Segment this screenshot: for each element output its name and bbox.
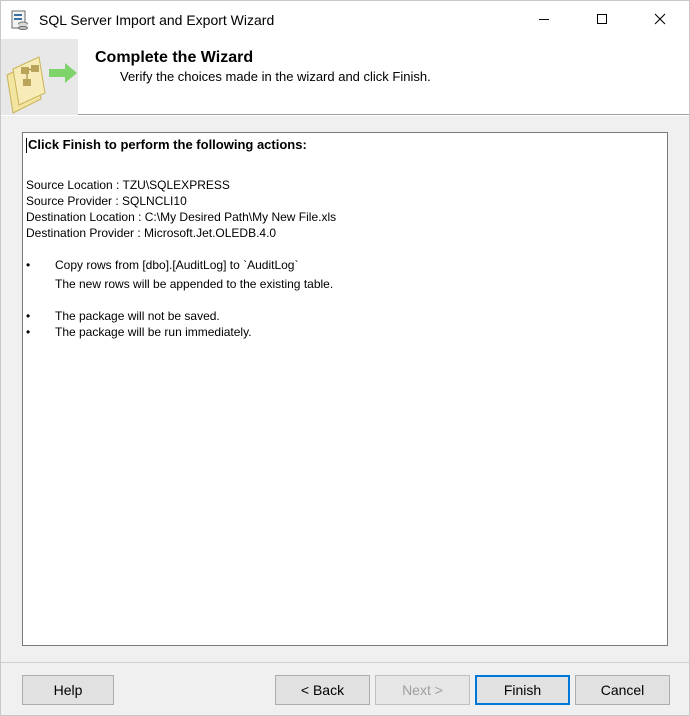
wizard-header: Complete the Wizard Verify the choices m… [1,39,689,115]
text-caret [26,137,27,153]
minimize-button[interactable] [515,1,573,39]
maximize-button[interactable] [573,1,631,39]
summary-heading: Click Finish to perform the following ac… [28,137,307,152]
summary-heading-row: Click Finish to perform the following ac… [26,137,664,153]
wizard-app-icon [11,10,29,30]
source-provider: Source Provider : SQLNCLI10 [26,194,187,208]
close-button[interactable] [631,1,689,39]
wizard-window: SQL Server Import and Export Wizard Comp… [0,0,690,716]
finish-button[interactable]: Finish [475,675,570,705]
minimize-icon [538,13,550,28]
destination-provider: Destination Provider : Microsoft.Jet.OLE… [26,226,277,240]
title-bar[interactable]: SQL Server Import and Export Wizard [1,1,689,39]
page-title: Complete the Wizard [95,49,254,66]
next-button: Next > [375,675,470,705]
button-bar: Help < Back Next > Finish Cancel [1,662,689,715]
action-copy-note: The new rows will be appended to the exi… [55,277,334,291]
bullet: • [26,258,31,272]
list-item: • Copy rows from [dbo].[AuditLog] to `Au… [26,257,664,273]
bullet: • [26,309,31,323]
action-run: The package will be run immediately. [55,325,252,339]
action-copy: Copy rows from [dbo].[AuditLog] to `Audi… [55,258,299,272]
help-button[interactable]: Help [22,675,114,705]
content-area: Click Finish to perform the following ac… [1,116,689,662]
destination-location: Destination Location : C:\My Desired Pat… [26,210,337,224]
close-icon [654,13,666,28]
back-button[interactable]: < Back [275,675,370,705]
summary-textbox[interactable]: Click Finish to perform the following ac… [22,132,668,646]
action-save: The package will not be saved. [55,309,220,323]
source-location: Source Location : TZU\SQLEXPRESS [26,178,230,192]
wizard-graphic [1,39,78,115]
page-subtitle: Verify the choices made in the wizard an… [120,69,431,84]
list-item: • The package will be run immediately. [26,324,664,340]
cancel-button[interactable]: Cancel [575,675,670,705]
window-title: SQL Server Import and Export Wizard [39,12,275,28]
maximize-icon [596,13,608,28]
list-item: • The package will not be saved. [26,308,664,324]
bullet: • [26,325,31,339]
